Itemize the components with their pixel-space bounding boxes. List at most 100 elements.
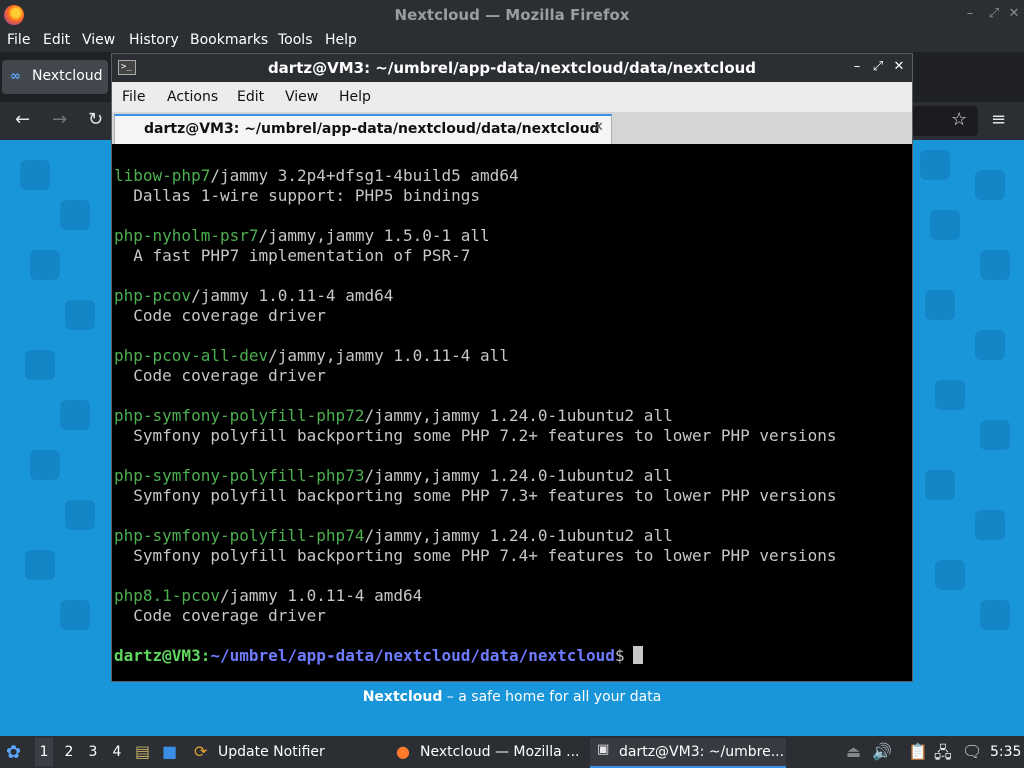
firefox-task-icon: ● — [396, 742, 410, 761]
menu-tools[interactable]: Tools — [278, 32, 313, 48]
close-icon[interactable]: ✕ — [1006, 6, 1022, 22]
terminal-menubar: File Actions Edit View Help — [112, 82, 912, 112]
terminal-menu-edit[interactable]: Edit — [237, 89, 264, 105]
background-pattern-icon — [975, 330, 1005, 360]
forward-icon[interactable]: → — [52, 110, 67, 130]
package-description: A fast PHP7 implementation of PSR-7 — [114, 246, 471, 265]
menu-history[interactable]: History — [129, 32, 179, 48]
terminal-tab-close-icon[interactable]: ✕ — [593, 120, 604, 135]
package-entry: php8.1-pcov/jammy 1.0.11-4 amd64 — [114, 586, 422, 606]
text-cursor — [632, 646, 643, 664]
package-entry: php-pcov/jammy 1.0.11-4 amd64 — [114, 286, 393, 306]
menu-edit[interactable]: Edit — [43, 32, 70, 48]
terminal-window[interactable]: >_ dartz@VM3: ~/umbrel/app-data/nextclou… — [111, 53, 913, 682]
package-description: Symfony polyfill backporting some PHP 7.… — [114, 486, 837, 505]
update-notifier-task[interactable]: Update Notifier — [218, 744, 325, 760]
package-name: php-symfony-polyfill-php72 — [114, 406, 365, 425]
background-pattern-icon — [935, 380, 965, 410]
eject-icon[interactable]: ⏏ — [846, 742, 861, 761]
terminal-maximize-icon[interactable]: ⤢ — [870, 59, 886, 74]
workspace-1[interactable]: 1 — [35, 738, 53, 766]
taskbar: ✿ 1 2 3 4 ▤ ■ ⟳ Update Notifier ● Nextcl… — [0, 736, 1024, 768]
background-pattern-icon — [25, 350, 55, 380]
terminal-tabbar: dartz@VM3: ~/umbrel/app-data/nextcloud/d… — [112, 112, 912, 144]
package-description: Code coverage driver — [114, 306, 326, 325]
package-version: /jammy,jammy 1.24.0-1ubuntu2 all — [364, 406, 673, 425]
tab-label: Nextcloud — [32, 68, 103, 84]
background-pattern-icon — [65, 500, 95, 530]
maximize-icon[interactable]: ⤢ — [986, 6, 1002, 22]
package-description: Code coverage driver — [114, 366, 326, 385]
terminal-menu-help[interactable]: Help — [339, 89, 371, 105]
file-manager-icon[interactable]: ▤ — [135, 742, 150, 761]
volume-icon[interactable]: 🔊 — [872, 742, 892, 761]
package-entry: php-nyholm-psr7/jammy,jammy 1.5.0-1 all — [114, 226, 490, 246]
terminal-output[interactable]: libow-php7/jammy 3.2p4+dfsg1-4build5 amd… — [114, 146, 912, 681]
show-desktop-icon[interactable]: ■ — [162, 742, 177, 761]
shell-prompt[interactable]: dartz@VM3:~/umbrel/app-data/nextcloud/da… — [114, 646, 643, 666]
package-entry: php-symfony-polyfill-php72/jammy,jammy 1… — [114, 406, 673, 426]
prompt-path: ~/umbrel/app-data/nextcloud/data/nextclo… — [210, 646, 615, 665]
background-pattern-icon — [980, 250, 1010, 280]
terminal-close-icon[interactable]: ✕ — [891, 59, 907, 74]
reload-icon[interactable]: ↻ — [88, 110, 103, 130]
notification-icon[interactable]: 🗨 — [962, 742, 982, 761]
minimize-icon[interactable]: – — [962, 6, 978, 22]
tab-nextcloud[interactable]: ∞ Nextcloud — [2, 60, 108, 94]
package-name: php8.1-pcov — [114, 586, 220, 605]
package-version: /jammy 1.0.11-4 amd64 — [191, 286, 394, 305]
footer-brand: Nextcloud — [362, 689, 443, 705]
terminal-menu-file[interactable]: File — [122, 89, 145, 105]
workspace-2[interactable]: 2 — [60, 744, 78, 760]
bookmark-star-icon[interactable]: ☆ — [951, 110, 967, 130]
package-name: php-nyholm-psr7 — [114, 226, 259, 245]
start-menu-icon[interactable]: ✿ — [6, 742, 21, 763]
url-bar[interactable] — [912, 106, 978, 136]
background-pattern-icon — [930, 210, 960, 240]
package-name: php-pcov-all-dev — [114, 346, 269, 365]
package-entry: php-symfony-polyfill-php73/jammy,jammy 1… — [114, 466, 673, 486]
prompt-user-host: dartz@VM3 — [114, 646, 201, 665]
update-notifier-icon: ⟳ — [194, 742, 208, 761]
background-pattern-icon — [30, 250, 60, 280]
package-description: Symfony polyfill backporting some PHP 7.… — [114, 546, 837, 565]
terminal-menu-view[interactable]: View — [285, 89, 318, 105]
terminal-task[interactable]: dartz@VM3: ~/umbre... — [619, 744, 784, 760]
package-description: Dallas 1-wire support: PHP5 bindings — [114, 186, 481, 205]
network-icon[interactable]: 🖧 — [934, 742, 952, 768]
menu-help[interactable]: Help — [325, 32, 357, 48]
back-icon[interactable]: ← — [15, 110, 30, 130]
hamburger-menu-icon[interactable]: ≡ — [991, 110, 1006, 130]
firefox-menubar: File Edit View History Bookmarks Tools H… — [0, 30, 1024, 52]
menu-view[interactable]: View — [82, 32, 115, 48]
menu-file[interactable]: File — [7, 32, 30, 48]
footer-tagline: – a safe home for all your data — [442, 689, 662, 705]
prompt-separator: : — [200, 646, 211, 665]
background-pattern-icon — [980, 420, 1010, 450]
background-pattern-icon — [925, 470, 955, 500]
background-pattern-icon — [25, 550, 55, 580]
package-description: Code coverage driver — [114, 606, 326, 625]
clock[interactable]: 5:35 — [990, 744, 1021, 760]
package-entry: libow-php7/jammy 3.2p4+dfsg1-4build5 amd… — [114, 166, 519, 186]
package-version: /jammy,jammy 1.24.0-1ubuntu2 all — [364, 526, 673, 545]
prompt-symbol: $ — [614, 646, 625, 665]
workspace-3[interactable]: 3 — [84, 744, 102, 760]
menu-bookmarks[interactable]: Bookmarks — [190, 32, 268, 48]
package-version: /jammy,jammy 1.0.11-4 all — [268, 346, 509, 365]
terminal-task-icon: ▣ — [597, 742, 610, 757]
background-pattern-icon — [65, 300, 95, 330]
terminal-tab[interactable]: dartz@VM3: ~/umbrel/app-data/nextcloud/d… — [114, 114, 612, 144]
terminal-titlebar[interactable]: >_ dartz@VM3: ~/umbrel/app-data/nextclou… — [112, 54, 912, 82]
package-entry: php-pcov-all-dev/jammy,jammy 1.0.11-4 al… — [114, 346, 509, 366]
firefox-task[interactable]: Nextcloud — Mozilla ... — [420, 744, 579, 760]
background-pattern-icon — [935, 560, 965, 590]
workspace-4[interactable]: 4 — [108, 744, 126, 760]
nextcloud-icon: ∞ — [10, 69, 21, 84]
background-pattern-icon — [925, 290, 955, 320]
background-pattern-icon — [20, 160, 50, 190]
background-pattern-icon — [60, 400, 90, 430]
terminal-minimize-icon[interactable]: – — [849, 59, 865, 74]
clipboard-icon[interactable]: 📋 — [908, 742, 928, 761]
terminal-menu-actions[interactable]: Actions — [167, 89, 218, 105]
